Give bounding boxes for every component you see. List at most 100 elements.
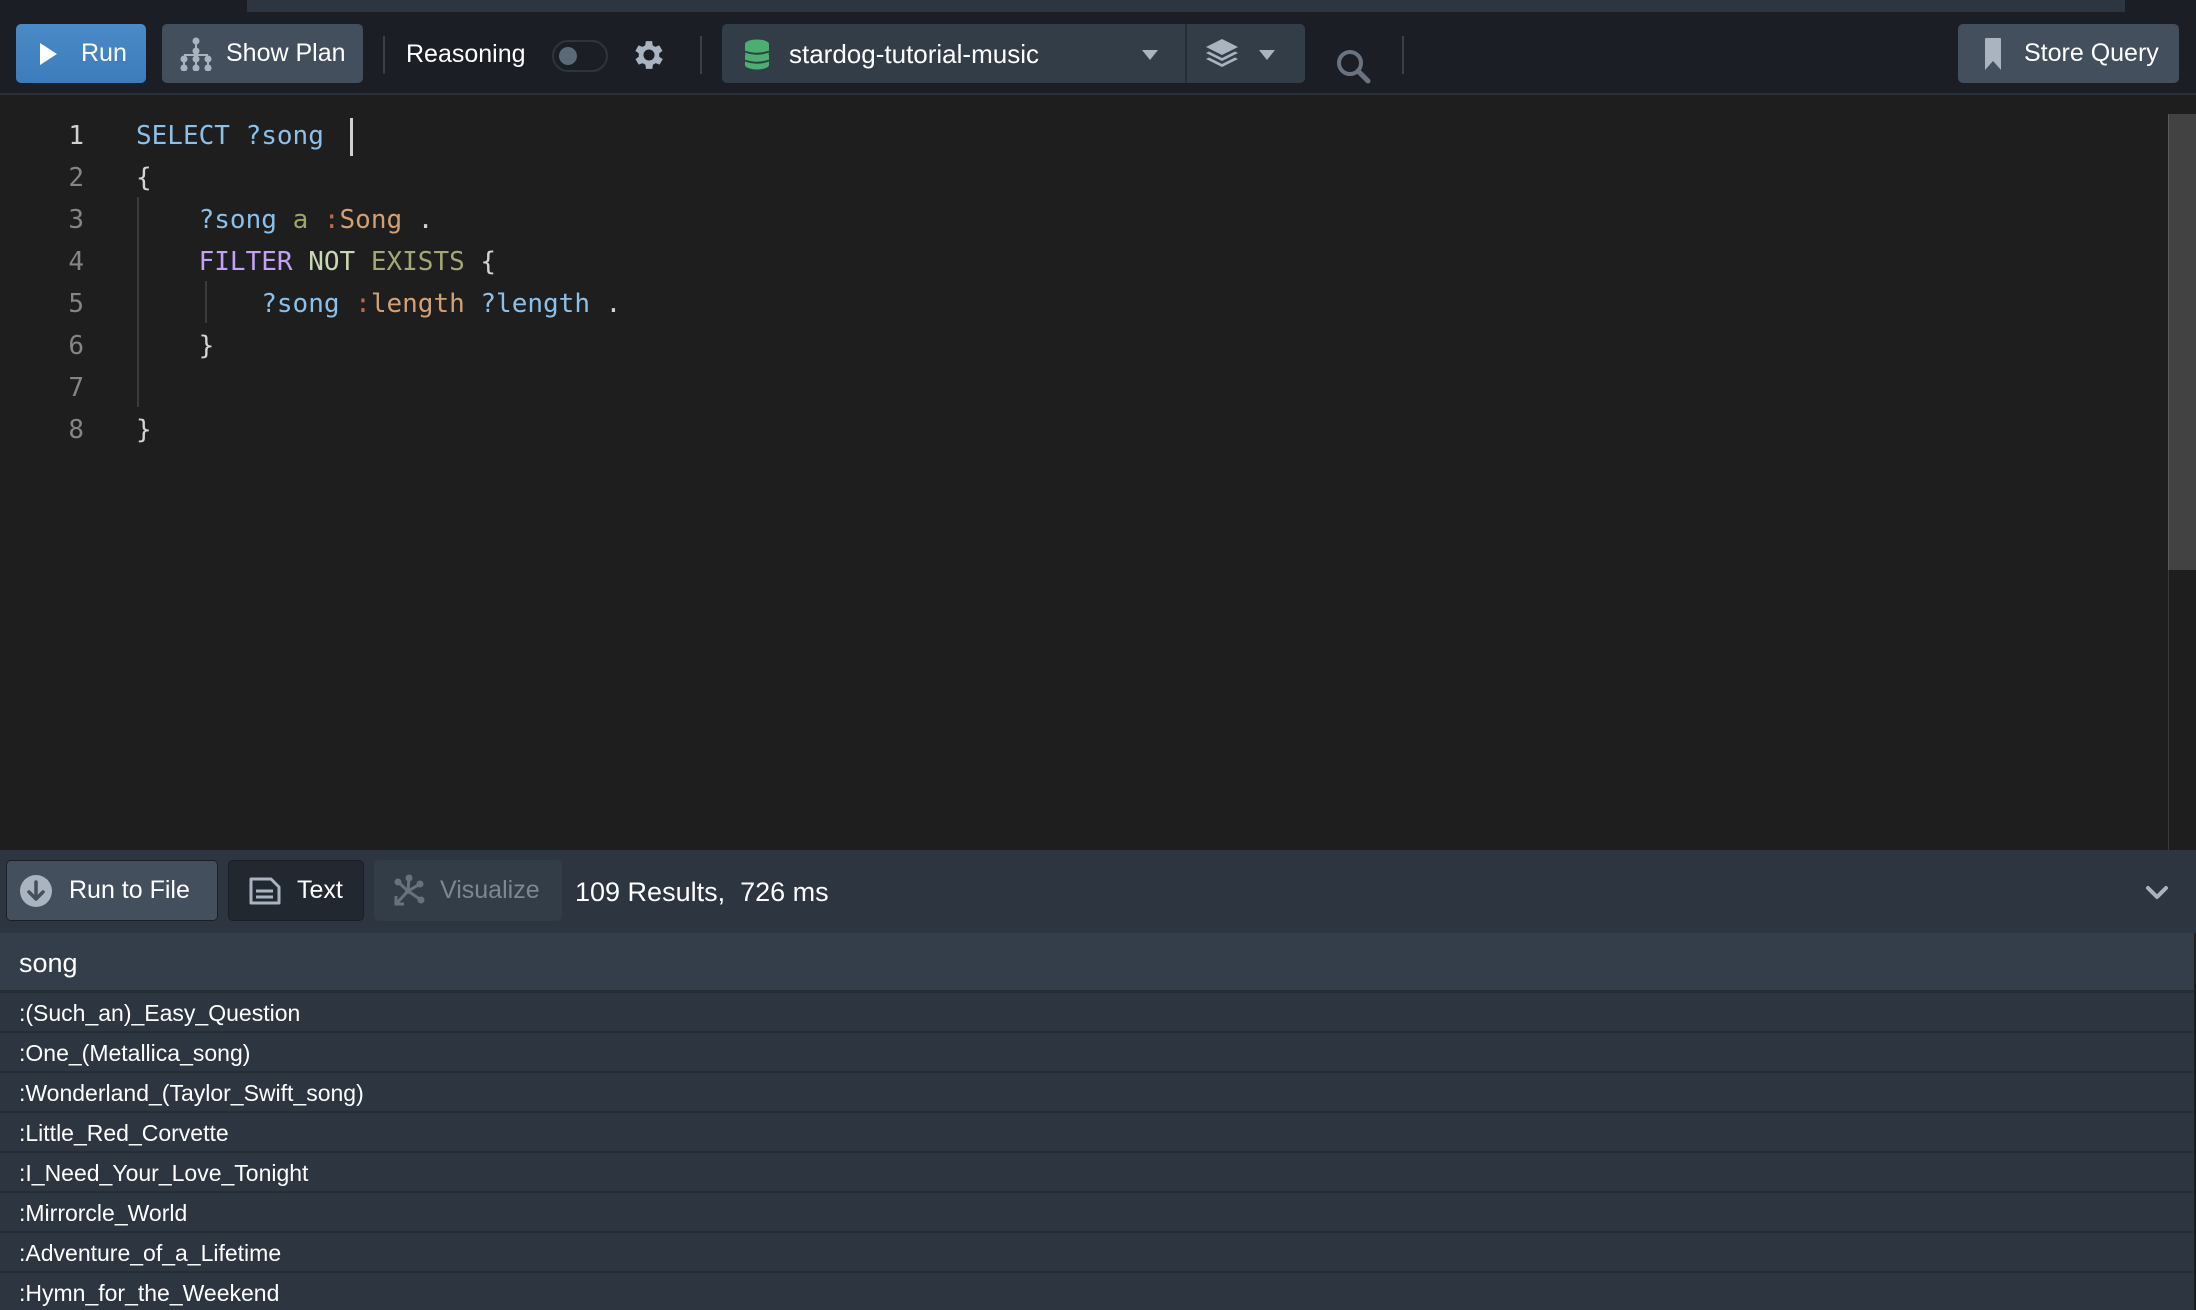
line-number: 7	[68, 373, 84, 403]
table-row[interactable]: :Mirrorcle_World	[0, 1193, 2194, 1233]
table-row[interactable]: :One_(Metallica_song)	[0, 1033, 2194, 1073]
code-token: ?length	[480, 289, 590, 319]
song-cell: :Adventure_of_a_Lifetime	[19, 1240, 282, 1266]
code-token: .	[589, 289, 622, 319]
table-row[interactable]: :Wonderland_(Taylor_Swift_song)	[0, 1073, 2194, 1113]
code-token: :	[355, 289, 371, 319]
song-cell: :Little_Red_Corvette	[19, 1120, 229, 1146]
song-cell: :I_Need_Your_Love_Tonight	[19, 1160, 309, 1186]
code-token: .	[402, 205, 434, 235]
editor-scrollbar[interactable]	[2168, 114, 2196, 570]
chevron-down-icon[interactable]	[2145, 885, 2169, 901]
line-number-gutter: 1 2 3 4 5 6 7 8	[0, 115, 110, 451]
code-line[interactable]: ?song :length ?length .	[136, 283, 621, 325]
bookmark-icon	[1985, 37, 2001, 70]
query-editor[interactable]: 1 2 3 4 5 6 7 8 SELECT ?song { ?song a :Song . …	[0, 97, 2196, 850]
tab-bar-area	[247, 0, 2125, 12]
code-token: Song	[339, 205, 403, 235]
reasoning-label: Reasoning	[406, 40, 526, 68]
database-icon	[744, 39, 770, 70]
run-to-file-button[interactable]: Run to File	[6, 860, 218, 921]
table-row[interactable]: :Little_Red_Corvette	[0, 1113, 2194, 1153]
code-token: :	[323, 205, 340, 235]
table-row[interactable]: :Hymn_for_the_Weekend	[0, 1273, 2194, 1310]
toolbar-divider	[1402, 36, 1404, 74]
code-token: a	[292, 205, 309, 235]
code-area[interactable]: SELECT ?song { ?song a :Song . FILTER NO…	[136, 115, 621, 451]
table-row[interactable]: :Adventure_of_a_Lifetime	[0, 1233, 2194, 1273]
code-token: }	[136, 415, 152, 445]
column-header-song: song	[19, 948, 78, 978]
code-line[interactable]: }	[136, 325, 621, 367]
query-plan-icon	[180, 37, 212, 71]
run-button[interactable]: Run	[16, 24, 146, 83]
indent-guide	[205, 281, 207, 323]
text-cursor	[349, 117, 353, 156]
code-token: {	[464, 247, 497, 277]
line-number: 8	[68, 415, 84, 445]
visualize-button[interactable]: Visualize	[374, 860, 562, 921]
line-number: 1	[68, 121, 84, 151]
database-name: stardog-tutorial-music	[789, 39, 1039, 69]
toolbar-divider	[383, 36, 385, 74]
show-plan-label: Show Plan	[226, 39, 346, 67]
database-selector[interactable]: stardog-tutorial-music	[722, 24, 1305, 83]
graph-icon	[394, 874, 425, 905]
song-cell: :(Such_an)_Easy_Question	[19, 1000, 301, 1026]
code-line[interactable]: ?song a :Song .	[136, 199, 621, 241]
code-token: SELECT	[136, 121, 230, 151]
song-cell: :Hymn_for_the_Weekend	[19, 1280, 280, 1306]
results-toolbar: Run to File Text Visualize 109 Results, …	[0, 850, 2196, 933]
song-cell: :Wonderland_(Taylor_Swift_song)	[19, 1080, 364, 1106]
song-cell: :Mirrorcle_World	[19, 1200, 188, 1226]
code-token: ?song	[198, 205, 277, 235]
line-number: 5	[68, 289, 84, 319]
code-token: FILTER	[198, 247, 293, 277]
code-token: EXISTS	[370, 247, 465, 277]
dropdown-caret-icon[interactable]	[1259, 50, 1275, 60]
code-line[interactable]: }	[136, 409, 621, 451]
toggle-knob	[559, 47, 577, 65]
code-token: NOT	[308, 247, 356, 277]
code-line[interactable]	[136, 367, 621, 409]
dropdown-caret-icon	[1142, 50, 1158, 60]
table-row[interactable]: :I_Need_Your_Love_Tonight	[0, 1153, 2194, 1193]
show-plan-button[interactable]: Show Plan	[162, 24, 363, 83]
results-column-header[interactable]: song	[0, 933, 2194, 993]
code-token: {	[136, 163, 152, 193]
toolbar-divider	[700, 36, 702, 74]
text-view-label: Text	[297, 876, 343, 904]
layers-icon[interactable]	[1205, 37, 1239, 71]
line-number: 6	[68, 331, 84, 361]
code-token: ?song	[261, 289, 340, 319]
indent-guide	[137, 197, 139, 407]
store-query-button[interactable]: Store Query	[1958, 24, 2179, 83]
visualize-label: Visualize	[440, 876, 540, 904]
run-to-file-label: Run to File	[69, 876, 190, 904]
results-table-body: :(Such_an)_Easy_Question :One_(Metallica_…	[0, 993, 2194, 1310]
code-line[interactable]: {	[136, 157, 621, 199]
results-status: 109 Results, 726 ms	[575, 877, 829, 907]
reasoning-toggle[interactable]	[552, 40, 608, 72]
search-icon[interactable]	[1335, 48, 1371, 84]
song-cell: :One_(Metallica_song)	[19, 1040, 251, 1066]
table-row[interactable]: :(Such_an)_Easy_Question	[0, 993, 2194, 1033]
gear-icon[interactable]	[630, 36, 668, 74]
code-line[interactable]: SELECT ?song	[136, 115, 621, 157]
download-icon	[20, 874, 52, 907]
play-icon	[40, 42, 57, 65]
window-top-strip	[0, 0, 2196, 12]
run-button-label: Run	[81, 39, 127, 67]
code-token: length	[370, 289, 465, 319]
code-line[interactable]: FILTER NOT EXISTS {	[136, 241, 621, 283]
text-view-button[interactable]: Text	[228, 860, 364, 921]
